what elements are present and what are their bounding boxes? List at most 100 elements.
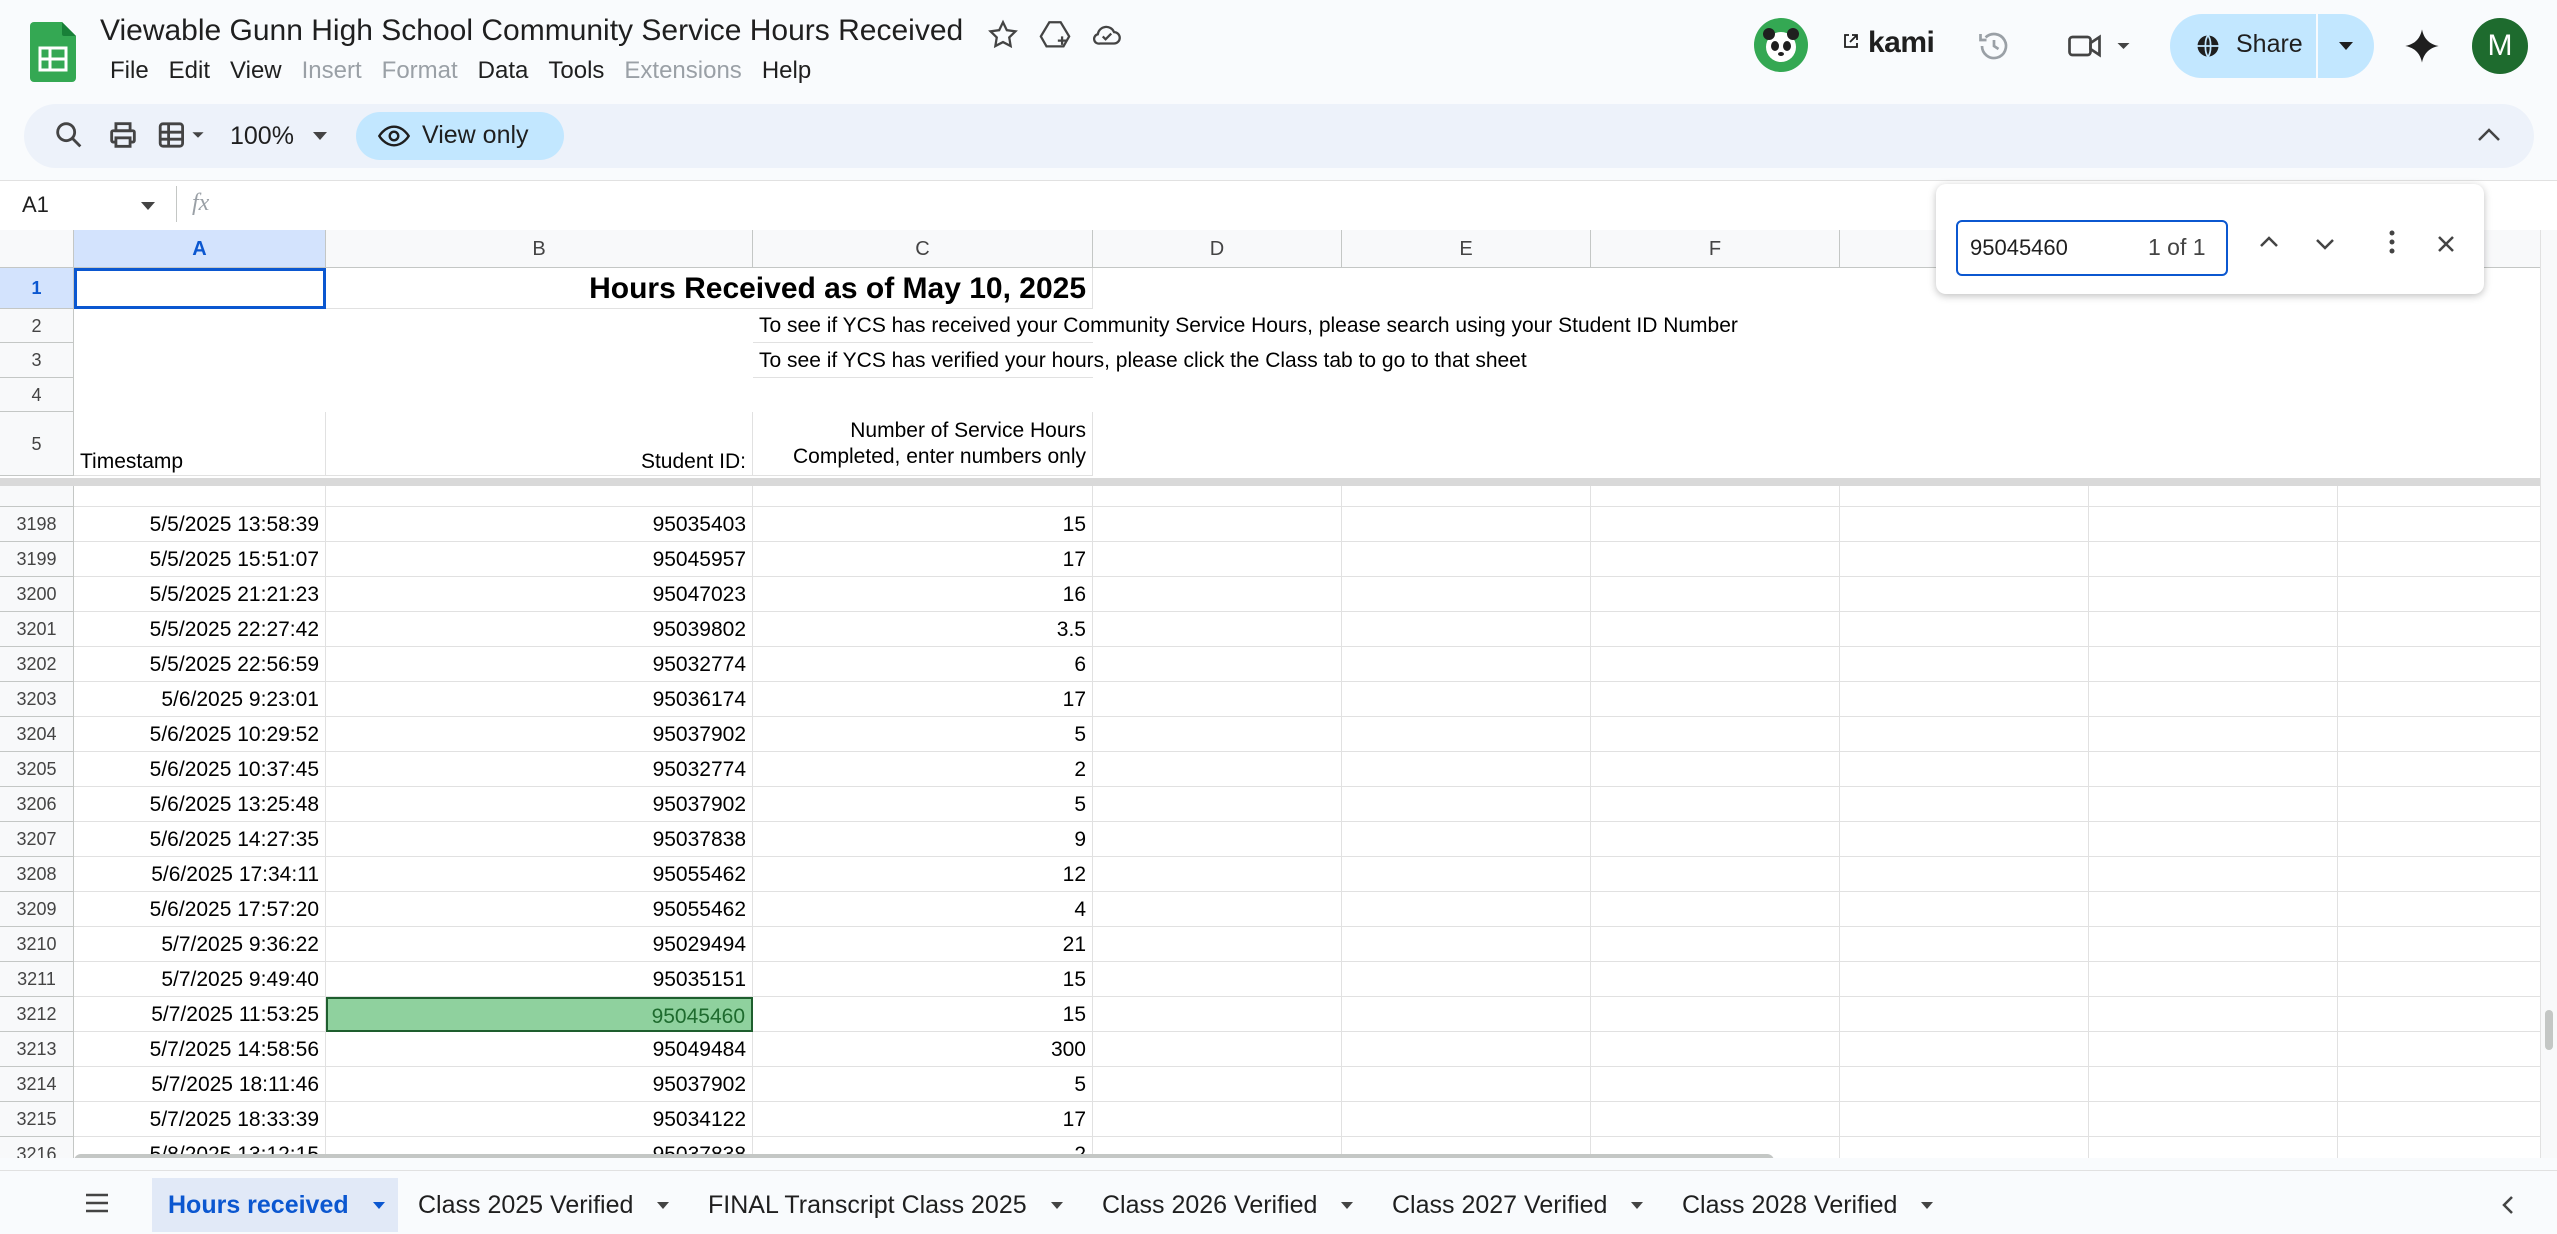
cell-student-id[interactable]: 95036174 [326,682,753,717]
tab-dropdown-icon[interactable] [656,1201,670,1211]
cell-student-id-search-match[interactable]: 95045460 [326,997,753,1032]
empty-cell[interactable] [2089,612,2338,647]
empty-cell[interactable] [1840,927,2089,962]
tab-dropdown-icon[interactable] [1920,1201,1934,1211]
empty-cell[interactable] [1591,612,1840,647]
cell-timestamp[interactable]: 5/5/2025 22:27:42 [74,612,326,647]
cell-service-hours[interactable]: 9 [753,822,1093,857]
empty-cell[interactable] [1093,752,1342,787]
empty-cell[interactable] [1093,647,1342,682]
empty-cell[interactable] [2338,857,2540,892]
cell-timestamp[interactable]: 5/6/2025 17:57:20 [74,892,326,927]
empty-cell[interactable] [2338,822,2540,857]
empty-cell[interactable] [1591,997,1840,1032]
empty-cell[interactable] [1591,787,1840,822]
empty-cell[interactable] [1093,507,1342,542]
cell-timestamp[interactable]: 5/6/2025 17:34:11 [74,857,326,892]
empty-cell[interactable] [2338,577,2540,612]
sheet-tab-class-2025-verified[interactable]: Class 2025 Verified [402,1178,670,1232]
empty-cell[interactable] [1840,822,2089,857]
name-box-dropdown-icon[interactable] [140,200,156,212]
version-history-icon[interactable] [1976,28,2012,64]
empty-cell[interactable] [1093,787,1342,822]
empty-cell[interactable] [1591,1032,1840,1067]
empty-cell[interactable] [1591,486,1840,507]
cell-a1-selected[interactable] [74,268,326,309]
cell-service-hours[interactable]: 4 [753,892,1093,927]
column-header-f[interactable]: F [1591,230,1840,268]
row-header[interactable]: 3205 [0,752,74,787]
empty-cell[interactable] [2338,927,2540,962]
empty-cell[interactable] [1342,927,1591,962]
empty-cell[interactable] [2089,752,2338,787]
empty-cell[interactable] [2338,1067,2540,1102]
empty-cell[interactable] [1840,542,2089,577]
row-header[interactable]: 3201 [0,612,74,647]
cell-timestamp[interactable]: 5/7/2025 9:49:40 [74,962,326,997]
header-student-id[interactable]: Student ID: [326,412,753,476]
row-header[interactable] [0,486,74,507]
sheet-title-cell[interactable]: Hours Received as of May 10, 2025 [326,268,1093,309]
empty-cell[interactable] [1840,1067,2089,1102]
empty-cell[interactable] [1093,612,1342,647]
empty-cell[interactable] [2089,577,2338,612]
empty-cell[interactable] [1093,682,1342,717]
empty-cell[interactable] [1093,717,1342,752]
empty-cell[interactable] [1591,857,1840,892]
empty-cell[interactable] [2338,962,2540,997]
cell-student-id[interactable]: 95032774 [326,647,753,682]
star-icon[interactable] [986,18,1020,52]
spreadsheet-grid[interactable]: A B C D E F G H I 1 2 3 4 5 Hours Receiv… [0,230,2557,1158]
row-header[interactable]: 3208 [0,857,74,892]
cell-timestamp[interactable]: 5/6/2025 13:25:48 [74,787,326,822]
sheet-tab-hours-received[interactable]: Hours received [152,1178,398,1232]
empty-cell[interactable] [1591,1067,1840,1102]
cell-student-id[interactable]: 95055462 [326,857,753,892]
row-header[interactable]: 3210 [0,927,74,962]
empty-cell[interactable] [1342,682,1591,717]
select-all-corner[interactable] [0,230,74,268]
row-header-1[interactable]: 1 [0,268,74,309]
cell-student-id[interactable]: 95055462 [326,892,753,927]
cell-timestamp[interactable]: 5/7/2025 18:33:39 [74,1102,326,1137]
row-header[interactable]: 3211 [0,962,74,997]
cell-service-hours[interactable]: 17 [753,542,1093,577]
empty-cell[interactable] [2338,1102,2540,1137]
row-header-4[interactable]: 4 [0,378,74,412]
menu-extensions[interactable]: Extensions [614,56,751,86]
share-button[interactable]: Share [2170,14,2374,78]
cell-timestamp[interactable]: 5/5/2025 15:51:07 [74,542,326,577]
name-box[interactable]: A1 [22,192,49,218]
empty-cell[interactable] [2089,892,2338,927]
instruction-row-3[interactable]: To see if YCS has verified your hours, p… [753,343,1527,378]
row-header[interactable]: 3212 [0,997,74,1032]
vertical-scroll-thumb[interactable] [2545,1010,2553,1050]
empty-cell[interactable] [2338,997,2540,1032]
row-header[interactable]: 3204 [0,717,74,752]
empty-cell[interactable] [1093,822,1342,857]
cell-student-id[interactable]: 95034122 [326,1102,753,1137]
column-header-b[interactable]: B [326,230,753,268]
empty-cell[interactable] [1093,486,1342,507]
cell-student-id[interactable]: 95045957 [326,542,753,577]
empty-cell[interactable] [1591,822,1840,857]
next-match-icon[interactable] [2314,236,2336,252]
empty-cell[interactable] [1093,997,1342,1032]
sheet-tab-class-2028-verified[interactable]: Class 2028 Verified [1666,1178,1934,1232]
cell-timestamp[interactable]: 5/6/2025 10:37:45 [74,752,326,787]
empty-cell[interactable] [1342,1067,1591,1102]
column-header-c[interactable]: C [753,230,1093,268]
menu-view[interactable]: View [220,56,292,86]
row-header[interactable]: 3213 [0,1032,74,1067]
menu-help[interactable]: Help [752,56,821,86]
cell-service-hours[interactable]: 3.5 [753,612,1093,647]
empty-cell[interactable] [1342,717,1591,752]
empty-cell[interactable] [1840,717,2089,752]
cell-student-id[interactable]: 95029494 [326,927,753,962]
empty-cell[interactable] [2089,1137,2338,1158]
share-dropdown-icon[interactable] [2338,40,2354,52]
empty-cell[interactable] [2338,752,2540,787]
menu-data[interactable]: Data [468,56,539,86]
gemini-icon[interactable] [2402,26,2442,66]
empty-cell[interactable] [1840,647,2089,682]
